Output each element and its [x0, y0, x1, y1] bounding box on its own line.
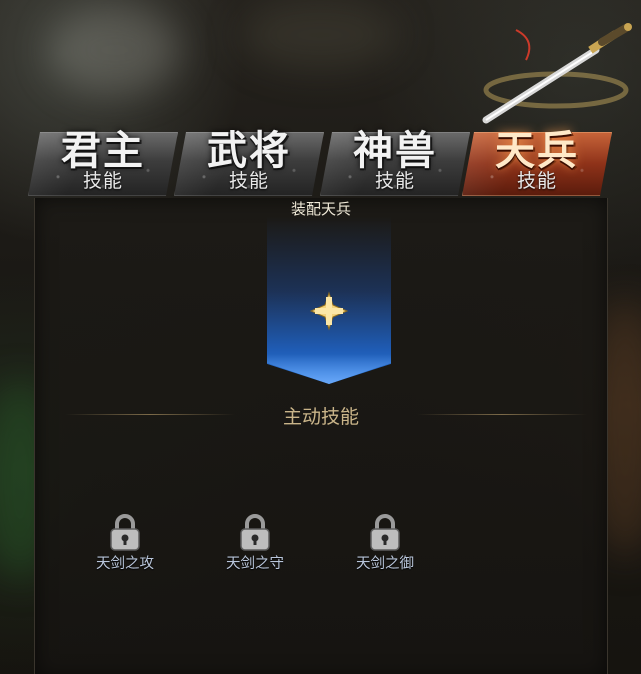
skill-category-tabs: 君主 技能 武将 技能 神兽 技能 天兵 技能	[28, 127, 612, 198]
tab-monarch-skill[interactable]: 君主 技能	[28, 127, 178, 196]
lock-icon	[240, 514, 270, 551]
equip-slot-button[interactable]	[267, 216, 391, 384]
section-title: 主动技能	[282, 406, 359, 428]
skill-name: 天剑之守	[226, 556, 284, 572]
skill-slot-defense[interactable]: 天剑之守	[210, 514, 300, 574]
background-blob	[240, 0, 400, 70]
lock-icon	[370, 514, 400, 551]
sword-icon	[482, 23, 632, 124]
tab-subtitle: 技能	[228, 170, 269, 192]
tab-subtitle: 技能	[374, 170, 415, 192]
skill-name: 天剑之御	[356, 556, 414, 572]
tab-general-skill[interactable]: 武将 技能	[174, 127, 324, 196]
skill-name: 天剑之攻	[96, 556, 154, 572]
divider-line-right	[417, 414, 587, 415]
equip-slot-glow	[267, 354, 391, 384]
tab-subtitle: 技能	[82, 170, 123, 192]
tab-beast-skill[interactable]: 神兽 技能	[320, 127, 470, 196]
skill-panel: 装配天兵 主动技能 天剑之攻 天剑之守 天剑之御	[34, 198, 608, 674]
plus-icon	[309, 291, 349, 331]
section-divider: 主动技能	[35, 400, 607, 430]
skill-slot-guard[interactable]: 天剑之御	[340, 514, 430, 574]
skill-slot-attack[interactable]: 天剑之攻	[80, 514, 170, 574]
skill-screen: 君主 技能 武将 技能 神兽 技能 天兵 技能 装配天兵 主动技能 天剑之攻 天…	[0, 0, 641, 674]
tab-subtitle: 技能	[516, 170, 557, 192]
tab-divine-soldier-skill[interactable]: 天兵 技能	[462, 127, 612, 196]
background-blob	[50, 5, 180, 95]
lock-icon	[110, 514, 140, 551]
